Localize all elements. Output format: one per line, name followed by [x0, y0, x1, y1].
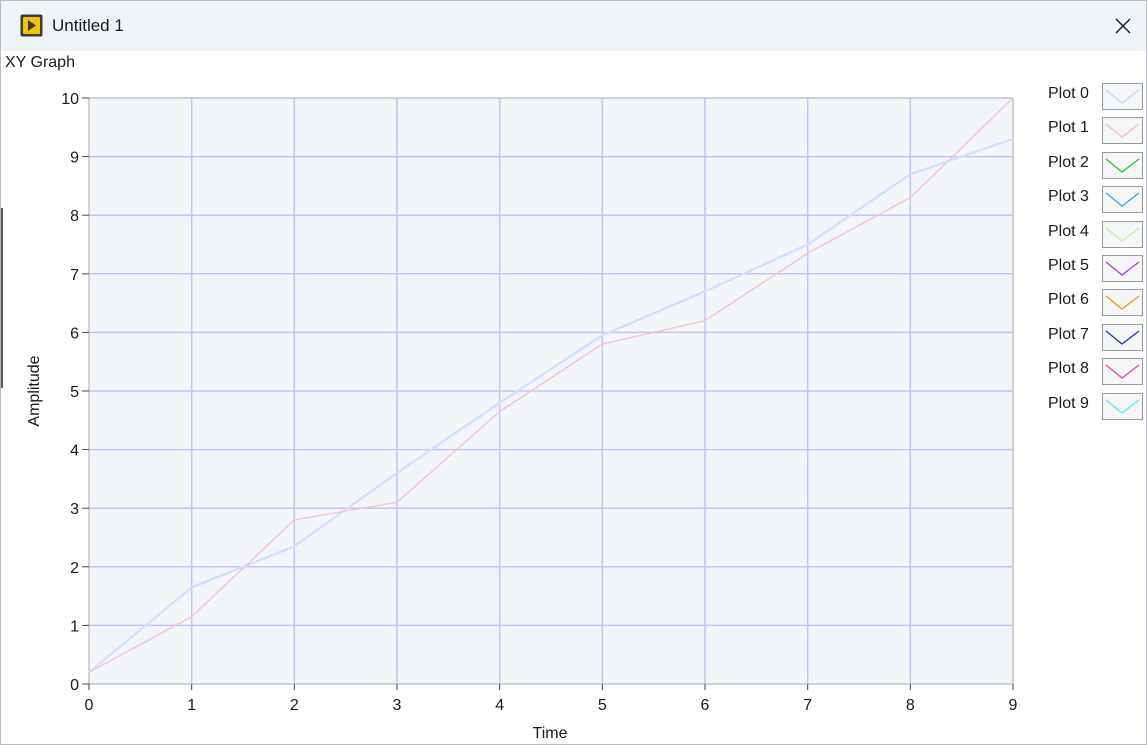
- legend-item-label: Plot 8: [1048, 360, 1089, 378]
- legend-item-label: Plot 7: [1048, 325, 1089, 343]
- legend-item[interactable]: Plot 1: [1041, 115, 1147, 145]
- y-tick-label: 0: [70, 677, 79, 694]
- legend-swatch[interactable]: [1102, 323, 1143, 351]
- x-tick-label: 4: [495, 697, 504, 714]
- legend-swatch[interactable]: [1102, 392, 1143, 420]
- y-axis-label: Amplitude: [26, 355, 43, 426]
- legend-item-label: Plot 5: [1048, 257, 1089, 274]
- legend-item[interactable]: Plot 9: [1041, 391, 1147, 421]
- y-tick-label: 2: [70, 560, 79, 577]
- y-tick-label: 4: [70, 443, 79, 460]
- legend-swatch[interactable]: [1102, 358, 1143, 386]
- legend-item[interactable]: Plot 3: [1041, 184, 1147, 214]
- legend-item-label: Plot 2: [1048, 153, 1089, 171]
- legend-item-label: Plot 4: [1048, 222, 1089, 240]
- x-tick-label: 1: [187, 697, 196, 714]
- legend-swatch[interactable]: [1102, 117, 1143, 145]
- legend-item[interactable]: Plot 0: [1041, 81, 1147, 111]
- line-sample-icon: [1105, 89, 1140, 104]
- x-tick-label: 5: [598, 697, 607, 714]
- legend-swatch[interactable]: [1102, 83, 1143, 110]
- x-axis-label: Time: [533, 725, 568, 742]
- y-tick-label: 7: [70, 267, 79, 284]
- legend-swatch[interactable]: [1102, 289, 1143, 317]
- legend-swatch[interactable]: [1102, 255, 1143, 282]
- legend-item-label: Plot 6: [1048, 291, 1089, 309]
- x-tick-label: 7: [803, 697, 812, 714]
- x-tick-label: 6: [701, 697, 710, 714]
- y-tick-label: 5: [70, 384, 79, 401]
- line-sample-icon: [1105, 123, 1140, 139]
- legend-item-label: Plot 3: [1048, 188, 1089, 206]
- xy-graph[interactable]: 0 1 2 3 4 5 6 7 8 9 0 1 2 3 4 5 6 7 8 9 10 Time Amplitude: [1, 1, 1041, 746]
- y-tick-label: 10: [61, 91, 79, 108]
- close-icon: [1115, 18, 1131, 34]
- close-button[interactable]: [1100, 1, 1146, 51]
- legend-swatch[interactable]: [1102, 220, 1143, 248]
- line-sample-icon: [1105, 364, 1140, 380]
- y-tick-label: 8: [70, 208, 79, 225]
- line-sample-icon: [1105, 261, 1140, 276]
- y-tick-label: 1: [70, 618, 79, 635]
- legend-swatch[interactable]: [1102, 151, 1143, 179]
- line-sample-icon: [1105, 158, 1140, 173]
- y-tick-label: 6: [70, 325, 79, 342]
- line-sample-icon: [1105, 192, 1140, 208]
- line-sample-icon: [1105, 227, 1140, 242]
- x-tick-label: 0: [85, 697, 94, 714]
- legend-swatch[interactable]: [1102, 186, 1143, 214]
- line-sample-icon: [1105, 330, 1140, 345]
- legend-item[interactable]: Plot 8: [1041, 356, 1147, 386]
- legend-item[interactable]: Plot 7: [1041, 322, 1147, 352]
- line-sample-icon: [1105, 295, 1140, 311]
- legend-item-label: Plot 9: [1048, 394, 1089, 412]
- legend-item-label: Plot 0: [1048, 85, 1089, 102]
- x-tick-label: 2: [290, 697, 299, 714]
- legend-item[interactable]: Plot 2: [1041, 150, 1147, 180]
- y-tick-label: 3: [70, 501, 79, 518]
- x-tick-label: 9: [1009, 697, 1018, 714]
- x-tick-label: 3: [393, 697, 402, 714]
- y-tick-label: 9: [70, 150, 79, 167]
- legend-item[interactable]: Plot 5: [1041, 253, 1147, 283]
- line-sample-icon: [1105, 399, 1140, 414]
- legend-item-label: Plot 1: [1048, 119, 1089, 137]
- x-tick-label: 8: [906, 697, 915, 714]
- legend-item[interactable]: Plot 6: [1041, 287, 1147, 317]
- vi-window: Untitled 1 XY Graph 01234567890123456789…: [0, 0, 1147, 745]
- legend-item[interactable]: Plot 4: [1041, 219, 1147, 249]
